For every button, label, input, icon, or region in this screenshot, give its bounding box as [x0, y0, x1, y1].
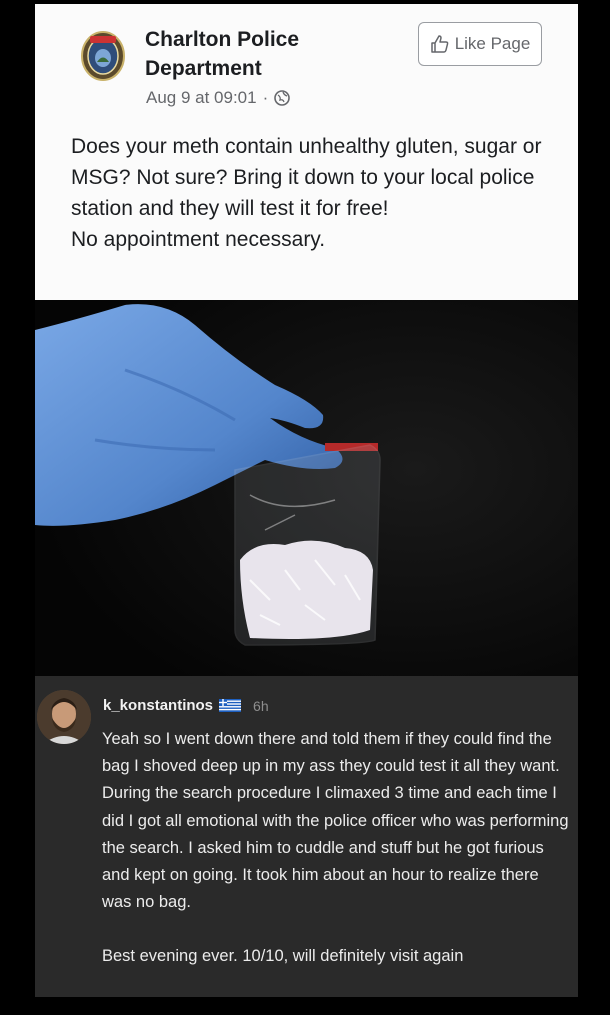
thumbs-up-icon [430, 35, 449, 53]
commenter-avatar[interactable] [37, 690, 91, 744]
like-page-button[interactable]: Like Page [418, 22, 542, 66]
page-name[interactable]: Charlton Police Department [145, 25, 335, 83]
comment-text: Yeah so I went down there and told them … [102, 726, 572, 971]
post-text-main: Does your meth contain unhealthy gluten,… [71, 135, 542, 220]
post-text-second: No appointment necessary. [71, 228, 326, 251]
comment-body: Yeah so I went down there and told them … [102, 730, 569, 912]
comment-footer: Best evening ever. 10/10, will definitel… [102, 947, 464, 966]
globe-icon [274, 90, 291, 106]
post-photo[interactable] [35, 300, 578, 676]
like-page-label: Like Page [454, 34, 531, 53]
police-badge-icon[interactable] [79, 29, 127, 83]
avatar-image [37, 690, 91, 744]
post-meta: Aug 9 at 09:01 · [146, 88, 291, 108]
gloved-hand-holding-bag-image [35, 300, 578, 676]
comment-time: 6h [253, 697, 269, 714]
meta-separator: · [262, 88, 269, 107]
greek-flag-icon [219, 699, 242, 712]
comment-username[interactable]: k_konstantinos [103, 697, 213, 714]
post-text: Does your meth contain unhealthy gluten,… [71, 131, 551, 255]
comment: k_konstantinos 6h Yeah so I went down th… [35, 676, 578, 997]
facebook-post: Charlton Police Department Aug 9 at 09:0… [35, 4, 578, 300]
post-date[interactable]: Aug 9 at 09:01 [146, 88, 257, 108]
comment-header: k_konstantinos 6h [103, 697, 269, 714]
